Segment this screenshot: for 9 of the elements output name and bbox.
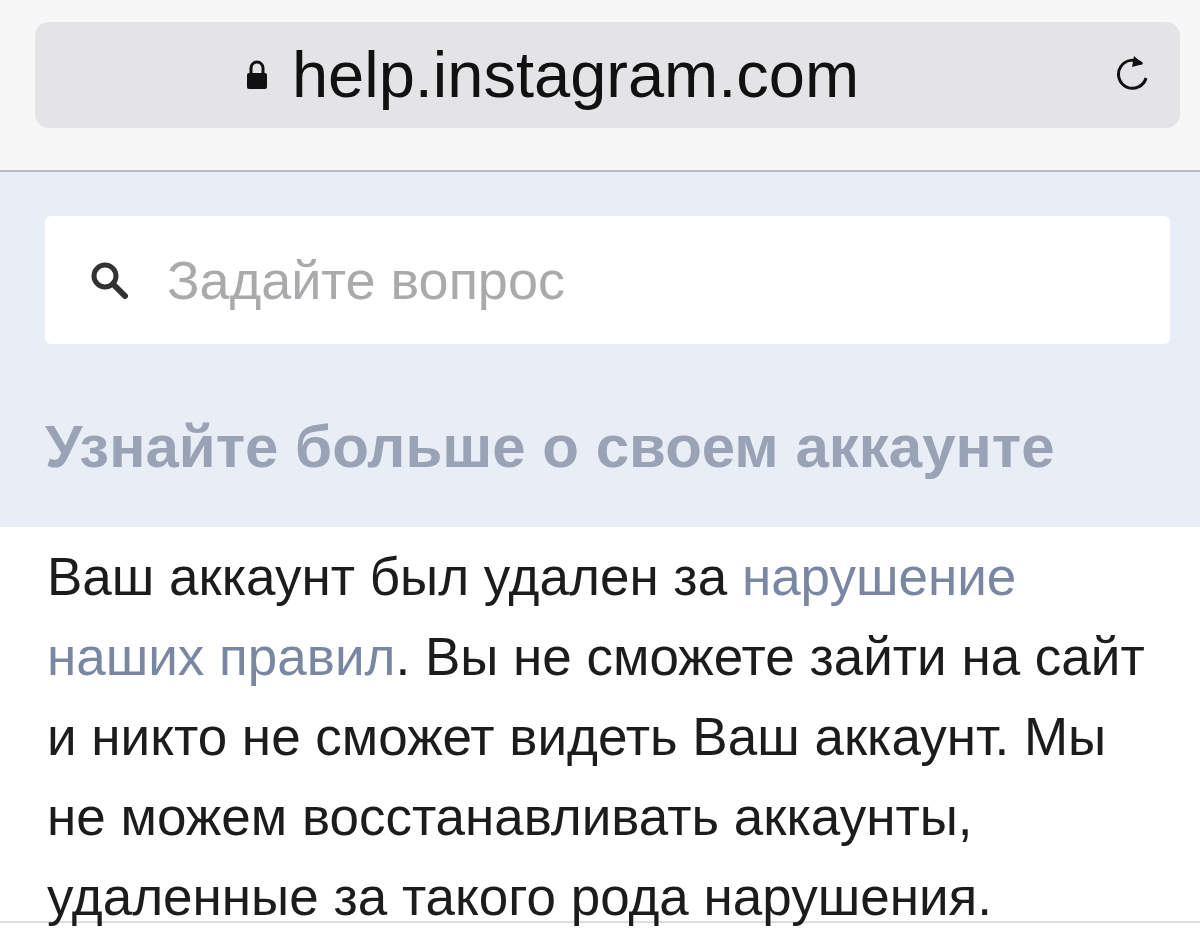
url-text: help.instagram.com: [291, 37, 860, 114]
address-bar[interactable]: help.instagram.com: [35, 22, 1180, 128]
section-heading: Узнайте больше о своем аккаунте: [45, 412, 1056, 482]
search-icon: [90, 261, 128, 299]
rules-link[interactable]: наших правил: [47, 627, 396, 686]
rules-link[interactable]: нарушение: [741, 547, 1017, 606]
message-paragraph: Ваш аккаунт был удален за нарушение наших правил. Вы не сможете зайти на сайт и никто не сможет видеть Ваш аккаунт. Мы не можем восстанавливать аккаунты, удаленные за такого рода нарушения.: [46, 546, 1146, 928]
lock-icon: [245, 60, 268, 90]
search-field[interactable]: Задайте вопрос: [45, 216, 1170, 344]
